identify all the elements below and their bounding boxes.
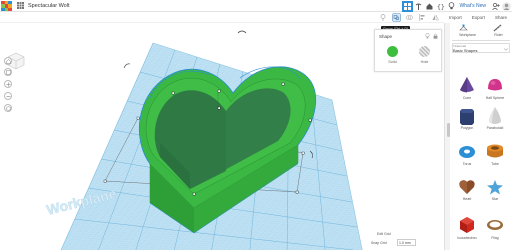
shape-heart[interactable]: Heart <box>453 179 481 209</box>
solid-color-button[interactable] <box>387 46 398 57</box>
shape-half-sphere[interactable]: Half Sphere <box>481 76 509 106</box>
lightbulb-icon[interactable] <box>446 1 457 12</box>
rotate-handle-top[interactable] <box>237 30 247 34</box>
resize-handle[interactable] <box>295 190 299 194</box>
shape-panel-title: Shape <box>379 34 393 39</box>
shape-label: Torus <box>462 162 472 166</box>
icosahedron-icon <box>460 217 474 233</box>
torus-icon <box>459 146 475 158</box>
ruler-tab[interactable]: Ruler <box>494 33 502 37</box>
svg-text:{}: {} <box>437 3 445 10</box>
home-view-button[interactable] <box>4 57 12 65</box>
shape-label: Heart <box>462 197 472 201</box>
share-button[interactable]: Share <box>495 15 507 20</box>
top-bar: Spectacular Wolt {} What's New <box>0 0 512 12</box>
paraboloid-icon <box>489 107 501 124</box>
shape-label: Half Sphere <box>485 96 505 100</box>
cube-icon <box>5 105 11 111</box>
shape-paraboloid[interactable]: Paraboloid <box>481 106 509 136</box>
shape-polygon[interactable]: Polygon <box>453 106 481 136</box>
toolbar <box>0 12 444 23</box>
resize-handle[interactable] <box>136 116 140 120</box>
tube-icon <box>487 144 503 158</box>
house-icon[interactable] <box>424 1 435 12</box>
resize-handle[interactable] <box>281 82 285 86</box>
lightbulb-icon[interactable] <box>425 33 430 41</box>
perspective-button[interactable] <box>4 104 12 112</box>
shape-label: Polygon <box>460 126 474 130</box>
polygon-icon <box>460 109 474 125</box>
shape-star[interactable]: Star <box>481 179 509 209</box>
hole-button[interactable] <box>419 46 430 57</box>
snap-grid-label: Snap Grid <box>371 241 387 245</box>
ungroup-icon[interactable] <box>406 14 413 23</box>
half-sphere-icon <box>488 79 502 91</box>
shape-cone[interactable]: Cone <box>453 76 481 106</box>
whats-new-link[interactable]: What's New <box>459 3 486 9</box>
heart-icon <box>459 180 475 194</box>
fit-icon <box>5 69 11 75</box>
home-icon <box>5 58 11 64</box>
chevron-down-icon <box>504 47 508 53</box>
resize-handle[interactable] <box>308 118 312 122</box>
align-icon[interactable] <box>419 14 426 23</box>
menu-grid-icon[interactable] <box>17 2 24 11</box>
shape-label: Paraboloid <box>486 126 504 130</box>
edit-grid-button[interactable]: Edit Grid <box>377 232 391 236</box>
snap-grid-select[interactable]: 1.0 mm <box>397 239 416 246</box>
code-blocks-icon[interactable]: {} <box>435 1 446 12</box>
shape-label: Tube <box>491 162 499 166</box>
lock-icon[interactable] <box>433 33 438 41</box>
fit-view-button[interactable] <box>4 68 12 76</box>
shape-label: Star <box>491 197 499 201</box>
pickaxe-icon[interactable] <box>413 1 424 12</box>
shape-icosahedron[interactable]: Icosahedron <box>453 216 481 246</box>
resize-handle[interactable] <box>171 91 175 95</box>
tinkercad-logo[interactable] <box>1 1 12 11</box>
hole-label: Hole <box>420 60 429 64</box>
project-title[interactable]: Spectacular Wolt <box>28 3 69 9</box>
shape-label: Icosahedron <box>457 236 477 240</box>
edit-grid-label: Edit Grid <box>377 232 391 236</box>
export-button[interactable]: Export <box>472 15 485 20</box>
shape-label: Ring <box>491 236 499 240</box>
shape-label: Cone <box>462 96 472 100</box>
import-button[interactable]: Import <box>449 15 462 20</box>
resize-handle[interactable] <box>192 192 196 196</box>
plus-icon <box>6 82 10 86</box>
avatar[interactable] <box>501 1 512 12</box>
workplane-tab[interactable]: Workplane <box>459 33 476 37</box>
add-user-icon[interactable] <box>490 1 501 12</box>
shape-torus[interactable]: Torus <box>453 144 481 174</box>
divider <box>452 40 510 41</box>
mirror-icon[interactable] <box>432 14 439 23</box>
solid-label: Solid <box>388 60 397 64</box>
resize-handle[interactable] <box>301 151 305 155</box>
cone-icon <box>460 77 474 93</box>
resize-handle[interactable] <box>217 106 221 110</box>
shape-ring[interactable]: Ring <box>481 216 509 246</box>
zoom-out-button[interactable] <box>4 92 12 100</box>
ring-icon <box>487 220 503 230</box>
logo-tile <box>8 7 12 11</box>
star-icon <box>487 180 503 195</box>
minus-icon <box>6 95 10 97</box>
note-icon[interactable] <box>380 14 386 23</box>
shapes-sidebar: Workplane Ruler Tinkercad Basic Shapes C… <box>450 23 512 250</box>
height-handle[interactable] <box>217 89 221 93</box>
file-actions: Import Export Share <box>444 12 512 23</box>
shape-inspector: Shape Solid Hole <box>374 29 442 72</box>
design-view-icon[interactable] <box>402 0 414 12</box>
zoom-in-button[interactable] <box>4 80 12 88</box>
shape-tube[interactable]: Tube <box>481 144 509 174</box>
rotate-handle-left[interactable] <box>123 63 131 69</box>
resize-handle[interactable] <box>103 179 107 183</box>
library-value: Basic Shapes <box>453 48 478 53</box>
